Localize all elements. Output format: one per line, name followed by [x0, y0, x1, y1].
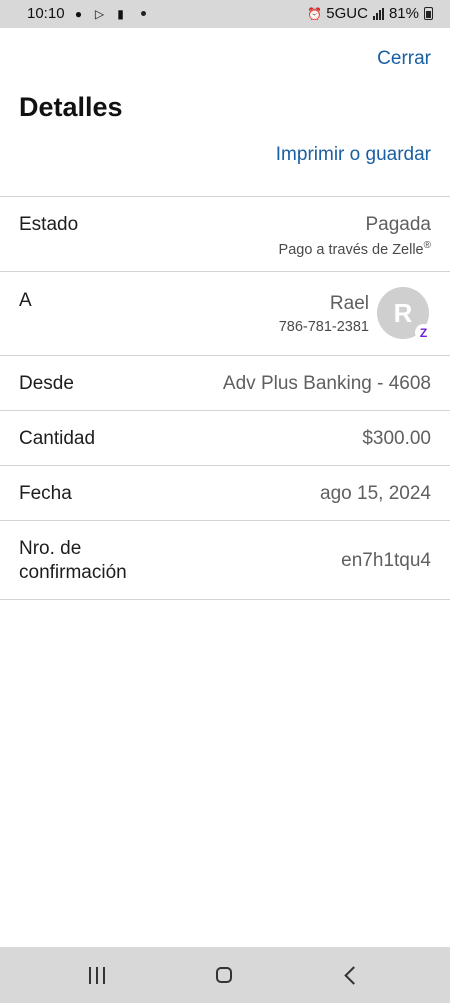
play-store-icon: ▷ [94, 6, 105, 21]
recipient-phone: 786-781-2381 [278, 319, 369, 335]
zelle-note-text: Pago a través de Zelle [278, 241, 424, 258]
zelle-logo-icon: Z [415, 324, 432, 341]
status-bar: 10:10 ● ▷ ▮ ⏰ 5GUC 81% [0, 0, 450, 28]
confirmation-value: en7h1tqu4 [341, 550, 431, 571]
zelle-note: Pago a través de Zelle® [279, 240, 431, 258]
recent-apps-button[interactable] [57, 947, 137, 1003]
signal-icon [372, 7, 384, 20]
avatar: R Z [377, 287, 432, 341]
amount-row: Cantidad $300.00 [0, 410, 450, 465]
confirmation-label-line2: confirmación [19, 562, 127, 583]
battery-icon [424, 7, 433, 20]
back-icon [343, 965, 363, 985]
confirmation-label-line1: Nro. de [19, 538, 82, 559]
battery-percent: 81% [388, 5, 419, 22]
print-or-save-link[interactable]: Imprimir o guardar [276, 144, 431, 166]
page-title: Detalles [19, 92, 123, 122]
back-button[interactable] [310, 947, 390, 1003]
status-label: Estado [19, 214, 79, 235]
chat-bubble-icon: ● [74, 6, 83, 21]
alarm-icon: ⏰ [307, 6, 323, 21]
network-type: 5GUC [326, 5, 368, 22]
amount-value: $300.00 [362, 428, 431, 449]
avatar-initial: R [393, 297, 413, 328]
from-value: Adv Plus Banking - 4608 [222, 373, 431, 394]
amount-label: Cantidad [19, 428, 96, 449]
from-row: Desde Adv Plus Banking - 4608 [0, 355, 450, 410]
status-bar-right: ⏰ 5GUC 81% [307, 5, 433, 22]
from-label: Desde [19, 373, 74, 394]
date-value: ago 15, 2024 [320, 483, 431, 504]
zelle-badge-letter: Z [419, 325, 428, 340]
status-time: 10:10 [27, 5, 65, 22]
status-bar-left: 10:10 ● ▷ ▮ [27, 5, 146, 22]
recipient-row: A Rael 786-781-2381 R Z [0, 271, 450, 355]
system-navigation-bar [0, 947, 450, 1003]
youtube-icon: ▮ [117, 6, 124, 21]
recent-apps-icon [89, 966, 105, 984]
confirmation-row: Nro. de confirmación en7h1tqu4 [0, 520, 450, 600]
recipient-label: A [19, 290, 32, 311]
recipient-name: Rael [329, 293, 369, 314]
date-label: Fecha [19, 483, 72, 504]
date-row: Fecha ago 15, 2024 [0, 465, 450, 520]
registered-mark: ® [423, 240, 431, 251]
status-row: Estado Pagada Pago a través de Zelle® [0, 196, 450, 271]
status-value: Pagada [365, 214, 431, 235]
home-icon [216, 967, 232, 983]
notification-dot-icon [140, 11, 146, 16]
home-button[interactable] [184, 947, 264, 1003]
close-button[interactable]: Cerrar [377, 48, 431, 70]
payment-details: Estado Pagada Pago a través de Zelle® A … [0, 196, 450, 600]
